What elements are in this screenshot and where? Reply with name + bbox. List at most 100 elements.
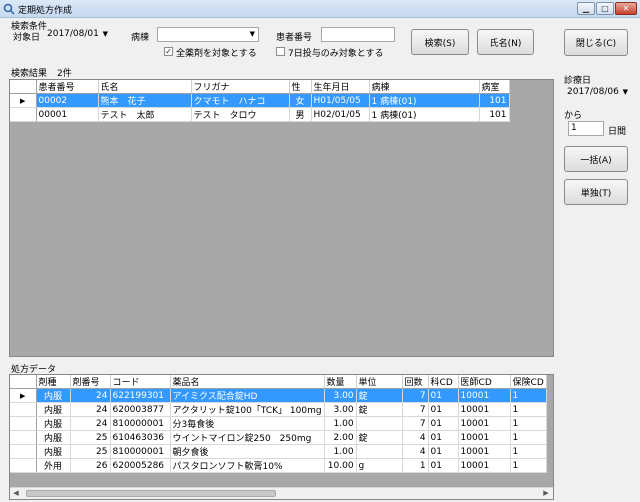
single-button[interactable]: 単独(T) — [564, 179, 628, 205]
results-col-header[interactable]: 性 — [289, 80, 312, 94]
prescription-cell-ins: 1 — [510, 388, 547, 403]
all-drugs-checkbox[interactable]: ✓ — [164, 47, 173, 56]
row-pointer-icon — [10, 444, 37, 459]
prescription-cell-doctor: 10001 — [458, 388, 511, 403]
close-window-button[interactable]: ✕ — [615, 2, 637, 15]
result-cell-sex: 女 — [289, 93, 312, 108]
prescription-cell-drug: アクタリット錠100「TCK」 100mg — [170, 402, 325, 417]
prescription-col-header[interactable]: 回数 — [402, 375, 429, 389]
prescription-cell-drug: アイミクス配合錠HD — [170, 388, 325, 403]
prescription-cell-no: 25 — [70, 444, 111, 459]
prescription-cell-unit: g — [356, 458, 403, 473]
row-pointer-icon — [10, 430, 37, 445]
prescription-row[interactable]: 外用 26 620005286 パスタロンソフト軟膏10% 10.00 g 1 01 10001… — [10, 458, 547, 473]
prescription-cell-kind: 内服 — [36, 388, 71, 403]
result-cell-birth: H01/05/05 — [311, 93, 370, 108]
name-search-button[interactable]: 氏名(N) — [477, 29, 534, 55]
prescription-row[interactable]: 内服 24 620003877 アクタリット錠100「TCK」 100mg 3.00 錠 7… — [10, 402, 547, 417]
prescription-cell-kind: 内服 — [36, 430, 71, 445]
prescription-cell-drug: ウイントマイロン錠250 250mg — [170, 430, 325, 445]
results-header-row: 患者番号 氏名 フリガナ性生年月日 病棟 病室 — [10, 80, 510, 94]
exam-date-value: 2017/08/06 — [567, 87, 619, 97]
prescription-col-header[interactable]: コード — [110, 375, 171, 389]
title-bar: 定期処方作成 ▁ □ ✕ — [0, 0, 640, 18]
ward-select[interactable]: ▼ — [157, 27, 259, 42]
result-cell-name: テスト 太郎 — [98, 107, 192, 122]
results-col-header[interactable]: 生年月日 — [311, 80, 370, 94]
chevron-down-icon: ▼ — [249, 30, 255, 38]
prescription-cell-times: 1 — [402, 458, 429, 473]
horizontal-scrollbar[interactable]: ◀ ▶ — [10, 487, 553, 499]
result-cell-kana: クマモト ハナコ — [191, 93, 290, 108]
prescription-cell-code: 620003877 — [110, 402, 171, 417]
prescription-col-header[interactable]: 数量 — [324, 375, 357, 389]
prescription-row[interactable]: 内服 25 610463036 ウイントマイロン錠250 250mg 2.00 錠 4 01 1… — [10, 430, 547, 445]
result-cell-room: 101 — [479, 107, 510, 122]
target-date-picker[interactable]: 2017/08/01 ▼ — [44, 27, 112, 42]
prescription-cell-unit: 錠 — [356, 388, 403, 403]
scrollbar-thumb[interactable] — [26, 490, 276, 497]
days-input[interactable]: 1 — [568, 121, 604, 136]
prescription-cell-no: 24 — [70, 416, 111, 431]
prescription-cell-code: 622199301 — [110, 388, 171, 403]
prescription-cell-dept: 01 — [428, 402, 459, 417]
prescription-cell-doctor: 10001 — [458, 458, 511, 473]
prescription-col-header[interactable]: 単位 — [356, 375, 403, 389]
result-row[interactable]: ▶ 00002 熊本 花子 クマモト ハナコ女 H01/05/05 1 病棟(01) 101 — [10, 93, 510, 108]
results-col-header[interactable]: 氏名 — [98, 80, 192, 94]
result-cell-birth: H02/01/05 — [311, 107, 370, 122]
prescription-cell-no: 24 — [70, 388, 111, 403]
prescription-cell-unit — [356, 416, 403, 431]
prescription-row[interactable]: 内服 25 810000001 朝夕食後 1.00 4 01 10001 1 — [10, 444, 547, 459]
prescription-cell-doctor: 10001 — [458, 416, 511, 431]
search-button[interactable]: 検索(S) — [411, 29, 469, 55]
prescription-cell-no: 26 — [70, 458, 111, 473]
scroll-left-icon[interactable]: ◀ — [10, 488, 22, 499]
prescription-col-header[interactable]: 薬品名 — [170, 375, 325, 389]
results-label: 検索結果 — [11, 69, 48, 79]
prescription-col-header[interactable]: 剤番号 — [70, 375, 111, 389]
row-pointer-icon — [10, 458, 37, 473]
prescription-cell-code: 620005286 — [110, 458, 171, 473]
close-button[interactable]: 閉じる(C) — [564, 29, 628, 56]
prescription-col-header[interactable]: 医師CD — [458, 375, 511, 389]
days-unit: 日間 — [608, 127, 627, 137]
prescription-col-header[interactable]: 剤種 — [36, 375, 71, 389]
prescription-cell-ins: 1 — [510, 416, 547, 431]
exam-date-picker[interactable]: 2017/08/06 ▼ — [564, 85, 632, 100]
prescription-cell-kind: 内服 — [36, 402, 71, 417]
results-grid[interactable]: 患者番号 氏名 フリガナ性生年月日 病棟 病室 ▶ 00002 熊本 花子 クマモト ハナコ女… — [9, 79, 554, 357]
scroll-right-icon[interactable]: ▶ — [540, 488, 552, 499]
prescription-col-header[interactable]: 保険CD — [510, 375, 547, 389]
maximize-button[interactable]: □ — [596, 2, 614, 15]
prescription-cell-drug: パスタロンソフト軟膏10% — [170, 458, 325, 473]
results-col-header[interactable]: フリガナ — [191, 80, 290, 94]
prescription-cell-drug: 分3毎食後 — [170, 416, 325, 431]
prescription-header-row: 剤種 剤番号 コード 薬品名 数量 単位 回数 科CD 医師CD 保険CD — [10, 375, 547, 389]
window-title: 定期処方作成 — [18, 6, 73, 16]
result-cell-room: 101 — [479, 93, 510, 108]
seven-day-checkbox[interactable] — [276, 47, 285, 56]
prescription-cell-qty: 3.00 — [324, 402, 357, 417]
prescription-cell-qty: 2.00 — [324, 430, 357, 445]
results-col-header[interactable]: 病棟 — [369, 80, 480, 94]
seven-day-label: 7日投与のみ対象とする — [288, 49, 384, 59]
prescription-cell-dept: 01 — [428, 430, 459, 445]
prescription-cell-dept: 01 — [428, 416, 459, 431]
result-row[interactable]: 00001 テスト 太郎 テスト タロウ男 H02/01/05 1 病棟(01) 101 — [10, 107, 510, 122]
result-cell-patient-no: 00001 — [36, 107, 99, 122]
all-drugs-label: 全薬剤を対象とする — [176, 49, 257, 59]
prescription-row[interactable]: 内服 24 810000001 分3毎食後 1.00 7 01 10001 1 — [10, 416, 547, 431]
minimize-button[interactable]: ▁ — [577, 2, 595, 15]
prescription-cell-ins: 1 — [510, 444, 547, 459]
prescription-cell-no: 25 — [70, 430, 111, 445]
prescription-cell-ins: 1 — [510, 430, 547, 445]
prescription-grid[interactable]: 剤種 剤番号 コード 薬品名 数量 単位 回数 科CD 医師CD 保険CD ▶ 内服 24 622199… — [9, 374, 554, 500]
bulk-button[interactable]: 一括(A) — [564, 146, 628, 172]
target-date-label: 対象日 — [13, 33, 41, 43]
results-col-header[interactable]: 病室 — [479, 80, 510, 94]
prescription-col-header[interactable]: 科CD — [428, 375, 459, 389]
prescription-row[interactable]: ▶ 内服 24 622199301 アイミクス配合錠HD 3.00 錠 7 01 10001 1 — [10, 388, 547, 403]
patient-no-input[interactable] — [321, 27, 395, 42]
results-col-header[interactable]: 患者番号 — [36, 80, 99, 94]
